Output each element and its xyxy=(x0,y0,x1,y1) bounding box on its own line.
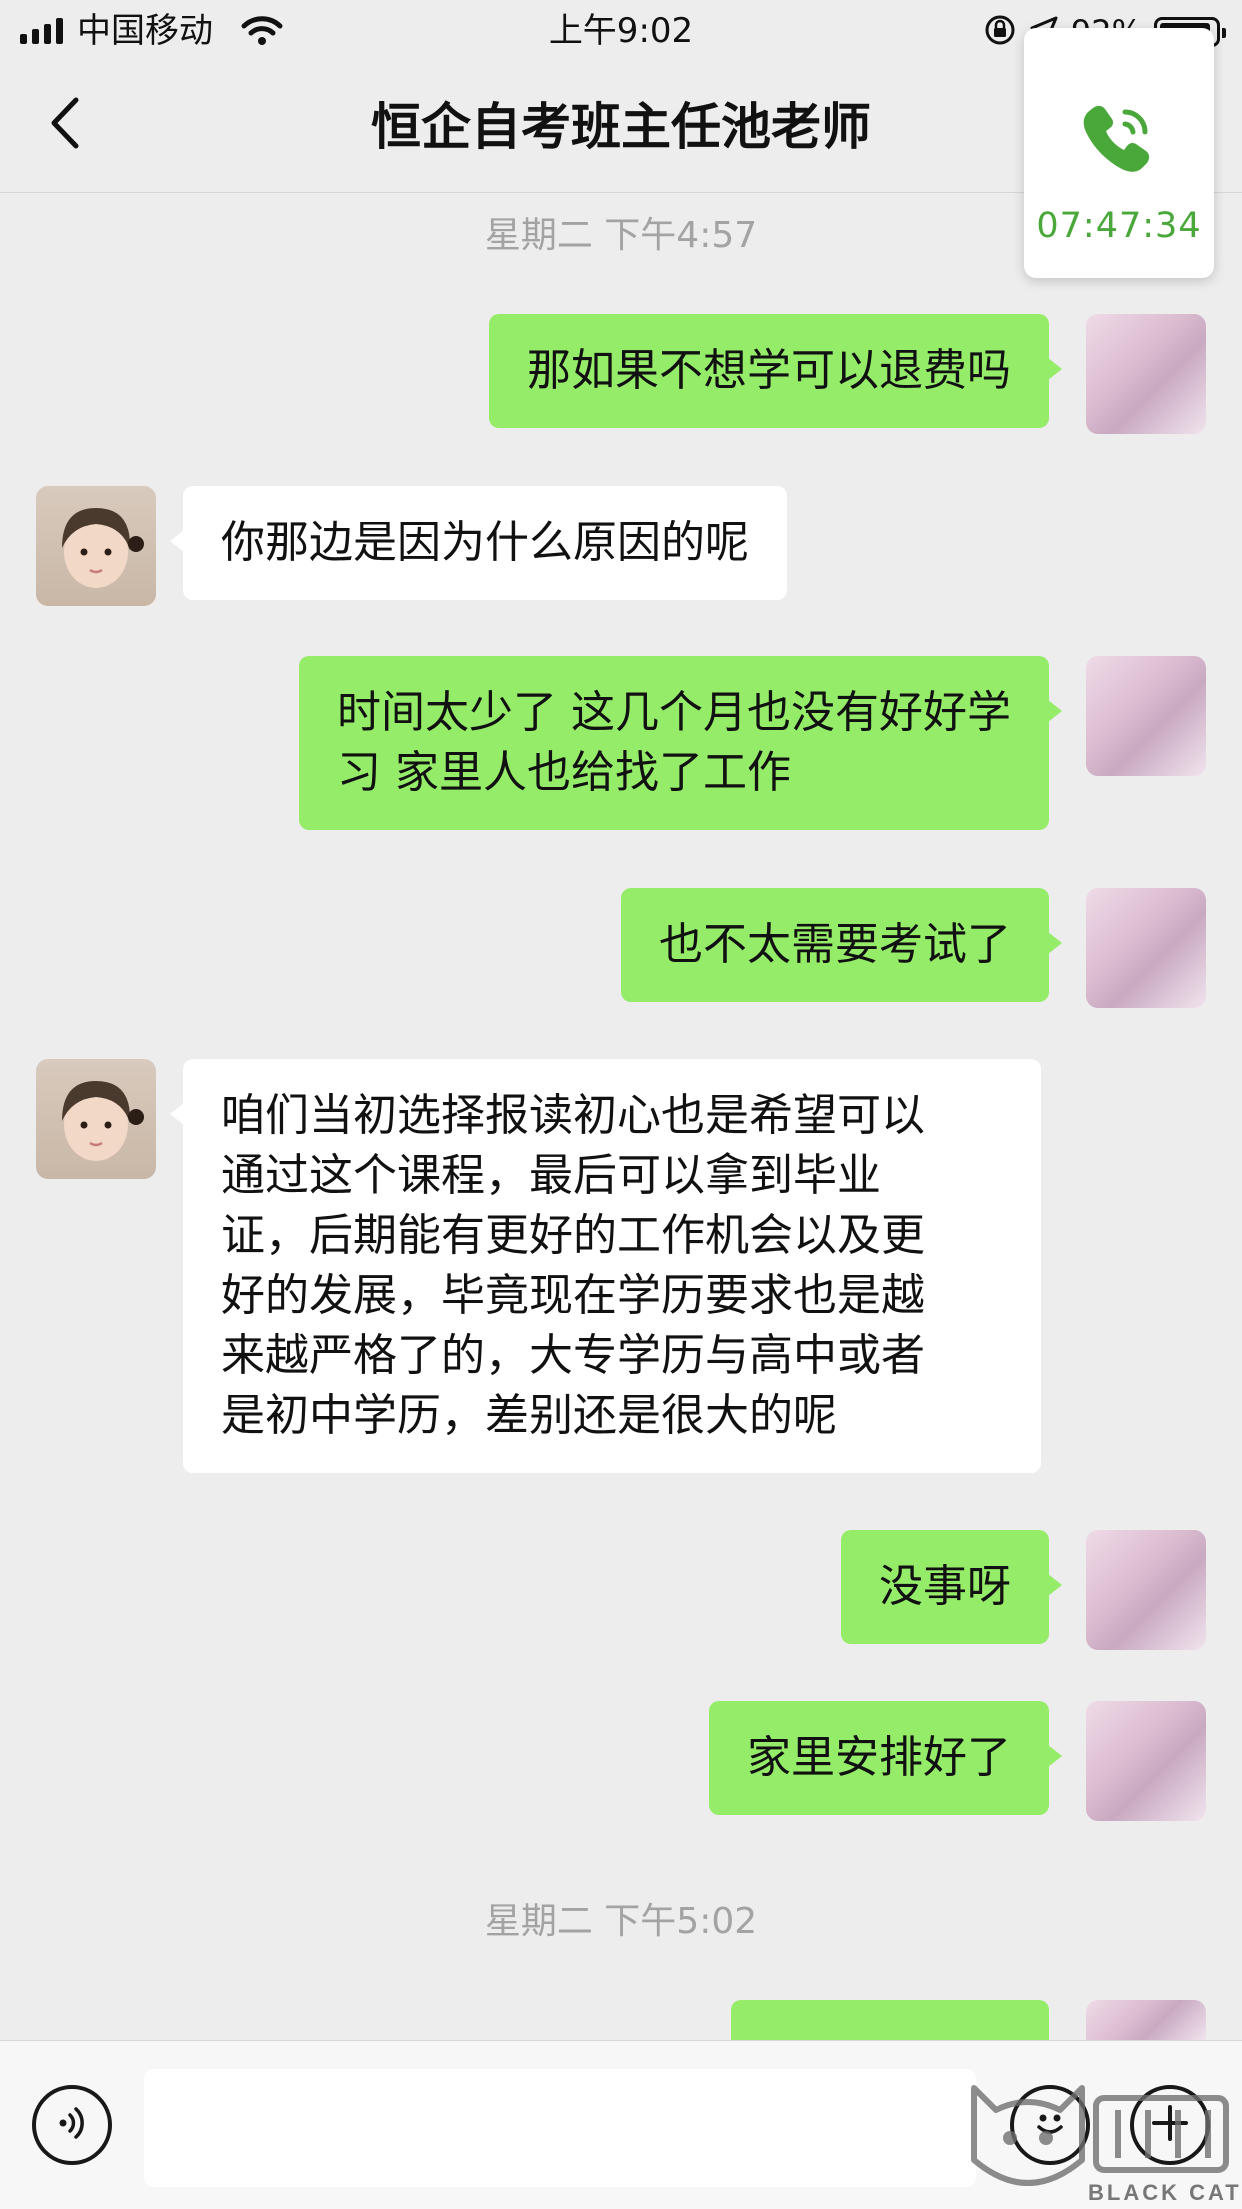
message-text-line: 好的发展，毕竟现在学历要求也是越 xyxy=(221,1270,925,1321)
my-avatar[interactable] xyxy=(1086,314,1206,434)
message-text-line: 时间太少了 这几个月也没有好好学 xyxy=(337,687,1011,738)
message-text-line: 习 家里人也给找了工作 xyxy=(337,747,791,798)
message-bubble-received[interactable]: 你那边是因为什么原因的呢 xyxy=(170,486,787,600)
message-text: 你那边是因为什么原因的呢 xyxy=(221,517,749,568)
message-bubble-sent[interactable]: 也不太需要考试了 xyxy=(621,888,1062,1002)
my-avatar[interactable] xyxy=(1086,2000,1206,2040)
more-button[interactable] xyxy=(1130,2085,1210,2165)
message-bubble-sent[interactable]: 家里安排好了 xyxy=(709,1701,1062,1815)
message-bubble-sent[interactable]: 没事呀 xyxy=(841,1530,1062,1644)
emoji-icon xyxy=(1026,2099,1074,2151)
message-text: 也不太需要考试了 xyxy=(659,919,1011,970)
message-input[interactable] xyxy=(144,2069,976,2187)
emoji-button[interactable] xyxy=(1010,2085,1090,2165)
my-avatar[interactable] xyxy=(1086,1530,1206,1650)
message-text-line: 来越严格了的，大专学历与高中或者 xyxy=(221,1330,925,1381)
message-text-line: 通过这个课程，最后可以拿到毕业 xyxy=(221,1150,881,1201)
contact-photo xyxy=(62,508,144,588)
message-bubble-sent-partial[interactable] xyxy=(731,2000,1049,2040)
contact-avatar[interactable] xyxy=(36,486,156,606)
voice-icon xyxy=(50,2101,94,2149)
my-avatar[interactable] xyxy=(1086,656,1206,776)
voice-button[interactable] xyxy=(32,2085,112,2165)
message-bubble-sent[interactable]: 那如果不想学可以退费吗 xyxy=(489,314,1062,428)
message-bubble-received[interactable]: 咱们当初选择报读初心也是希望可以 通过这个课程，最后可以拿到毕业 证，后期能有更… xyxy=(170,1059,1041,1473)
watermark-text: BLACK CAT xyxy=(1088,2180,1242,2205)
message-text-line: 证，后期能有更好的工作机会以及更 xyxy=(221,1210,925,1261)
contact-photo xyxy=(62,1081,144,1161)
message-text-line: 咱们当初选择报读初心也是希望可以 xyxy=(221,1090,925,1141)
my-avatar[interactable] xyxy=(1086,1701,1206,1821)
call-duration: 07:47:34 xyxy=(1036,206,1202,246)
message-bubble-sent[interactable]: 时间太少了 这几个月也没有好好学 习 家里人也给找了工作 xyxy=(299,656,1062,830)
contact-avatar[interactable] xyxy=(36,1059,156,1179)
phone-icon xyxy=(1079,98,1159,182)
message-text: 没事呀 xyxy=(879,1561,1011,1612)
message-text: 家里安排好了 xyxy=(747,1732,1011,1783)
rotation-lock-icon xyxy=(983,13,1017,51)
message-timestamp: 星期二 下午5:02 xyxy=(484,1901,758,1942)
message-text: 那如果不想学可以退费吗 xyxy=(527,345,1011,396)
my-avatar[interactable] xyxy=(1086,888,1206,1008)
plus-icon xyxy=(1146,2099,1194,2151)
message-text-line: 是初中学历，差别还是很大的呢 xyxy=(221,1390,837,1441)
input-bar xyxy=(0,2040,1242,2209)
call-float-window[interactable]: 07:47:34 xyxy=(1024,28,1214,278)
